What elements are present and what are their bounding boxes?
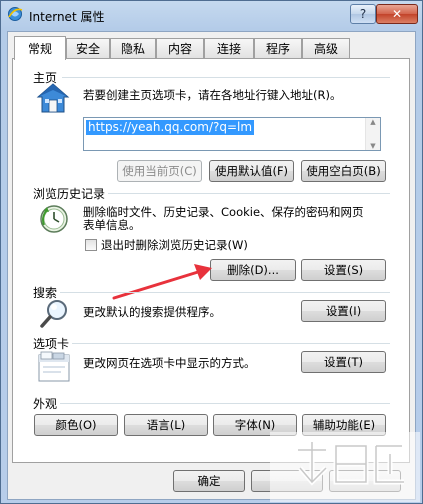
search-description: 更改默认的搜索提供程序。 — [83, 305, 221, 319]
window-title: Internet 属性 — [29, 10, 105, 24]
magnifier-icon — [40, 300, 67, 328]
scroll-up-icon[interactable]: ▲ — [370, 118, 375, 126]
ok-button[interactable]: 确定 — [173, 470, 245, 492]
tab-programs[interactable]: 程序 — [254, 38, 302, 58]
search-settings-button[interactable]: 设置(I) — [301, 300, 386, 322]
search-section-divider — [60, 292, 390, 293]
watermark-logo — [270, 432, 420, 502]
history-settings-button[interactable]: 设置(S) — [301, 259, 386, 281]
tabs-window-icon — [38, 351, 70, 382]
history-description-line1: 删除临时文件、历史记录、Cookie、保存的密码和网页 — [83, 205, 364, 219]
home-description: 若要创建主页选项卡，请在各地址行键入地址(R)。 — [83, 88, 342, 102]
history-section-title: 浏览历史记录 — [33, 187, 106, 201]
appearance-section-divider — [60, 403, 390, 404]
colors-button[interactable]: 颜色(O) — [34, 414, 118, 436]
delete-history-on-exit-label[interactable]: 退出时删除浏览历史记录(W) — [101, 238, 248, 252]
history-clock-icon — [40, 205, 68, 233]
tab-security[interactable]: 安全 — [66, 38, 110, 58]
tab-connections[interactable]: 连接 — [204, 38, 254, 58]
close-button[interactable]: ✕ — [376, 4, 418, 24]
tab-general[interactable]: 常规 — [14, 36, 66, 60]
help-button[interactable]: ? — [350, 4, 376, 24]
appearance-section-title: 外观 — [33, 397, 58, 411]
tabs-description: 更改网页在选项卡中显示的方式。 — [83, 356, 256, 370]
home-section-divider — [62, 77, 390, 78]
home-url-text: https://yeah.qq.com/?q=lm — [86, 120, 255, 135]
history-description-line2: 表单信息。 — [83, 218, 141, 232]
use-current-page-button[interactable]: 使用当前页(C) — [117, 160, 202, 182]
url-scrollbar[interactable]: ▲ ▼ — [365, 118, 380, 150]
internet-explorer-icon — [8, 7, 23, 21]
tabs-settings-button[interactable]: 设置(T) — [301, 351, 386, 373]
history-section-divider — [108, 193, 390, 194]
annotation-arrow — [112, 264, 212, 300]
house-icon — [36, 83, 70, 113]
use-blank-page-button[interactable]: 使用空白页(B) — [301, 160, 386, 182]
scroll-down-icon[interactable]: ▼ — [370, 142, 375, 150]
tab-content[interactable]: 内容 — [156, 38, 204, 58]
tab-advanced[interactable]: 高级 — [302, 38, 350, 58]
delete-history-button[interactable]: 删除(D)... — [210, 259, 296, 281]
delete-history-on-exit-checkbox[interactable] — [85, 239, 97, 251]
use-default-button[interactable]: 使用默认值(F) — [209, 160, 294, 182]
tabs-section-divider — [72, 343, 390, 344]
home-url-textarea[interactable]: https://yeah.qq.com/?q=lm ▲ ▼ — [83, 117, 381, 151]
tab-privacy[interactable]: 隐私 — [110, 38, 156, 58]
languages-button[interactable]: 语言(L) — [124, 414, 208, 436]
